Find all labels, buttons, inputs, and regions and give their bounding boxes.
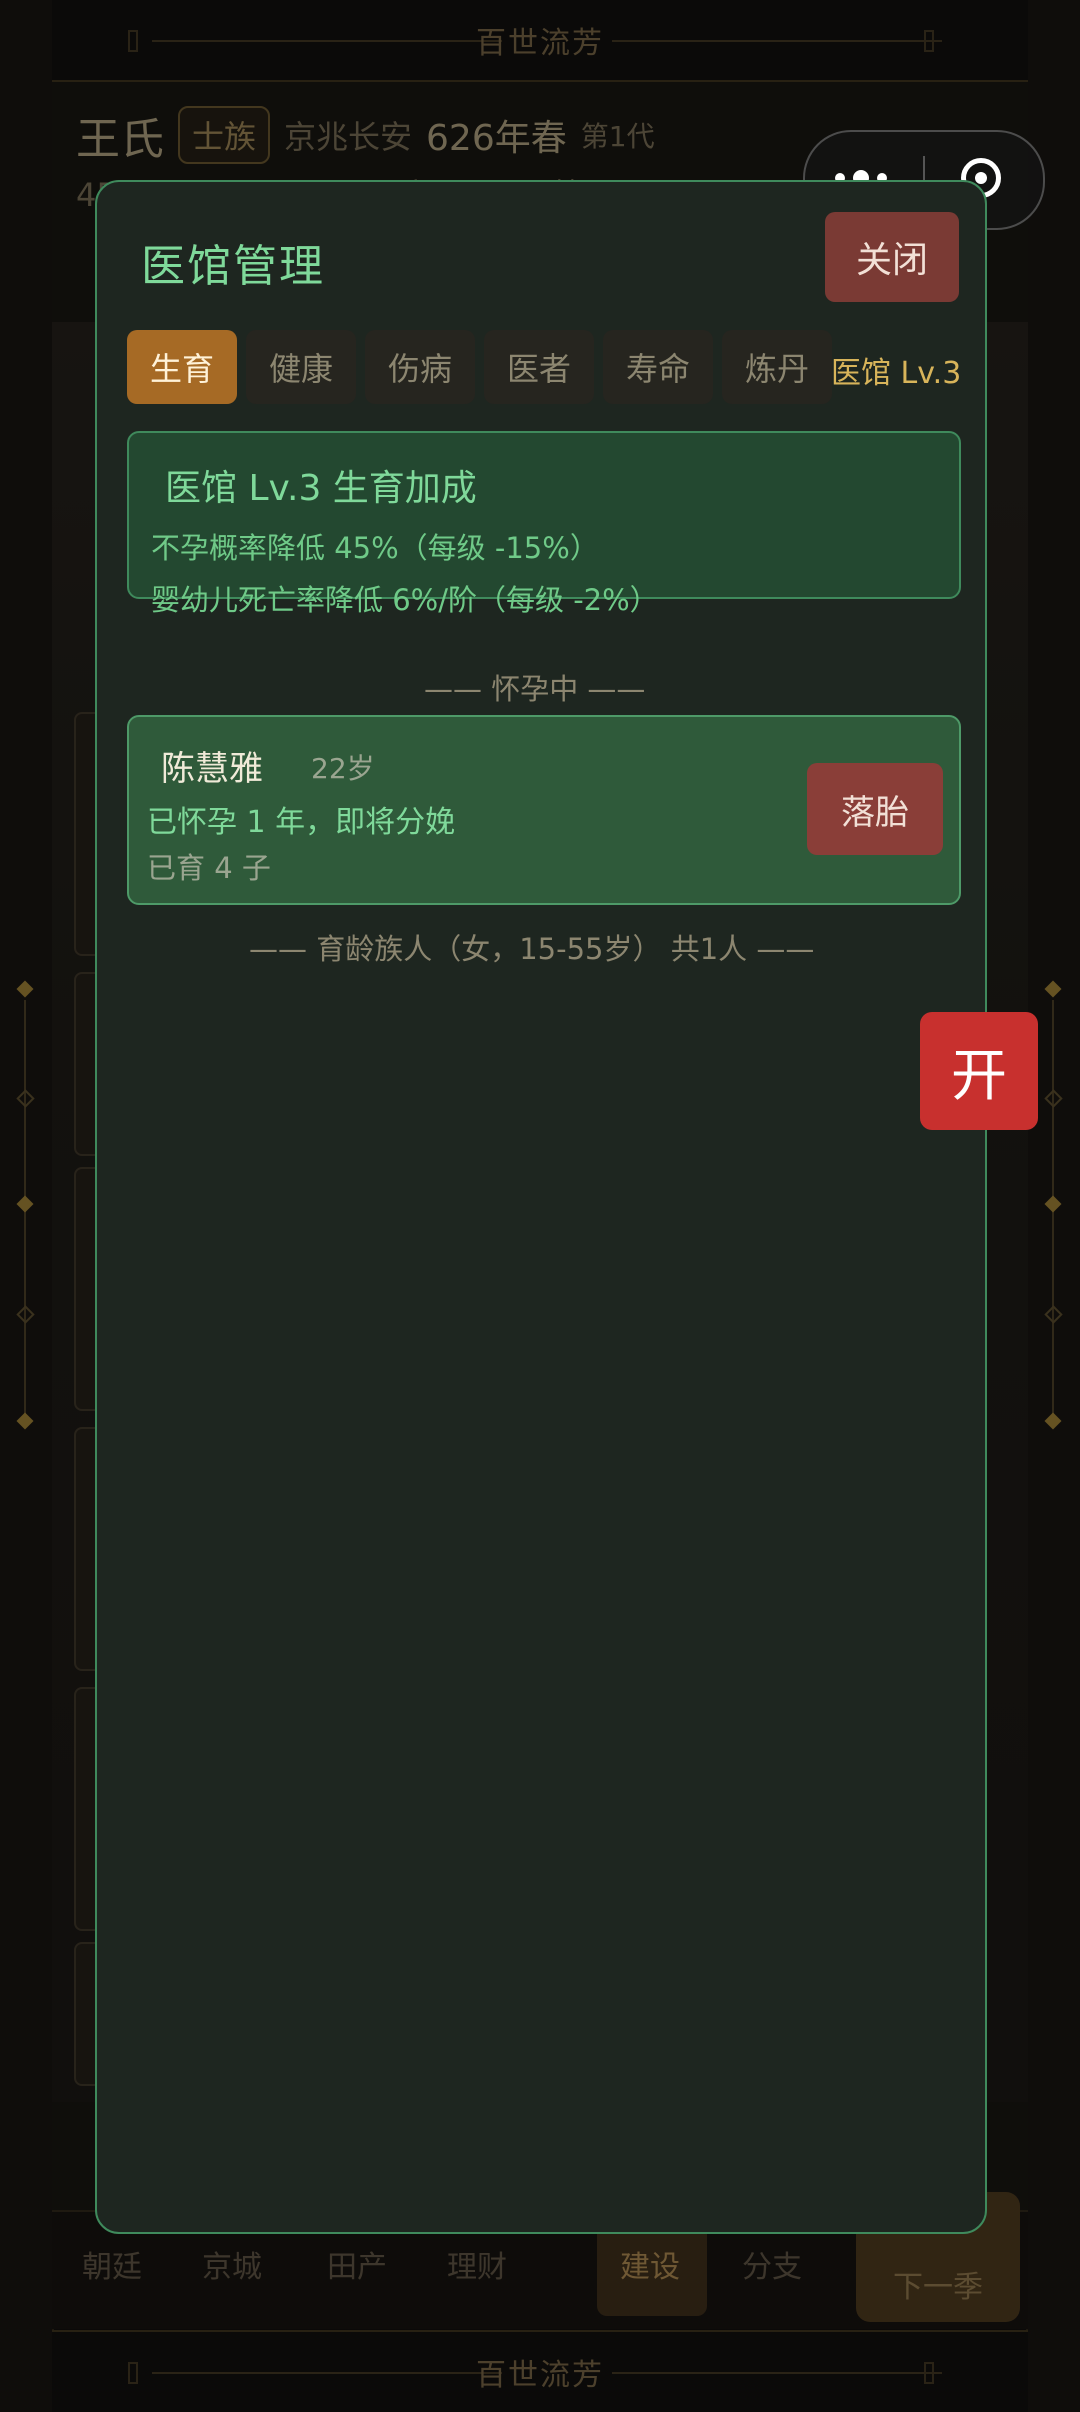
modal-title: 医馆管理 — [141, 241, 325, 292]
pregnant-person-card: 陈慧雅 22岁 已怀孕 1 年，即将分娩 已育 4 子 落胎 — [127, 715, 961, 905]
bonus-infertility: 不孕概率降低 45%（每级 -15%） — [151, 531, 599, 565]
fertile-section-label: —— 育龄族人（女，15-55岁） 共1人 —— — [249, 932, 815, 966]
abort-button[interactable]: 落胎 — [807, 763, 943, 855]
children-count: 已育 4 子 — [147, 851, 271, 885]
person-age: 22岁 — [311, 752, 375, 785]
tab-health[interactable]: 健康 — [246, 330, 356, 404]
fertility-bonus-card: 医馆 Lv.3 生育加成 不孕概率降低 45%（每级 -15%） 婴幼儿死亡率降… — [127, 431, 961, 617]
person-name: 陈慧雅 — [161, 749, 263, 789]
tab-injury[interactable]: 伤病 — [365, 330, 475, 404]
bonus-title: 医馆 Lv.3 生育加成 — [165, 468, 477, 509]
bonus-infant-mortality: 婴幼儿死亡率降低 6%/阶（每级 -2%） — [151, 583, 659, 617]
tab-alchemy[interactable]: 炼丹 — [722, 330, 832, 404]
tab-fertility[interactable]: 生育 — [127, 330, 237, 404]
close-button[interactable]: 关闭 — [825, 212, 959, 302]
hospital-level-tag: 医馆 Lv.3 — [831, 356, 962, 391]
hospital-modal: 医馆管理 关闭 生育 健康 伤病 医者 寿命 炼丹 医馆 Lv.3 医馆 Lv.… — [95, 180, 987, 2234]
pregnant-section-label: —— 怀孕中 —— — [424, 672, 646, 706]
tab-lifespan[interactable]: 寿命 — [603, 330, 713, 404]
pregnancy-status: 已怀孕 1 年，即将分娩 — [147, 805, 456, 840]
tab-doctors[interactable]: 医者 — [484, 330, 594, 404]
open-button[interactable]: 开 — [920, 1012, 1038, 1130]
